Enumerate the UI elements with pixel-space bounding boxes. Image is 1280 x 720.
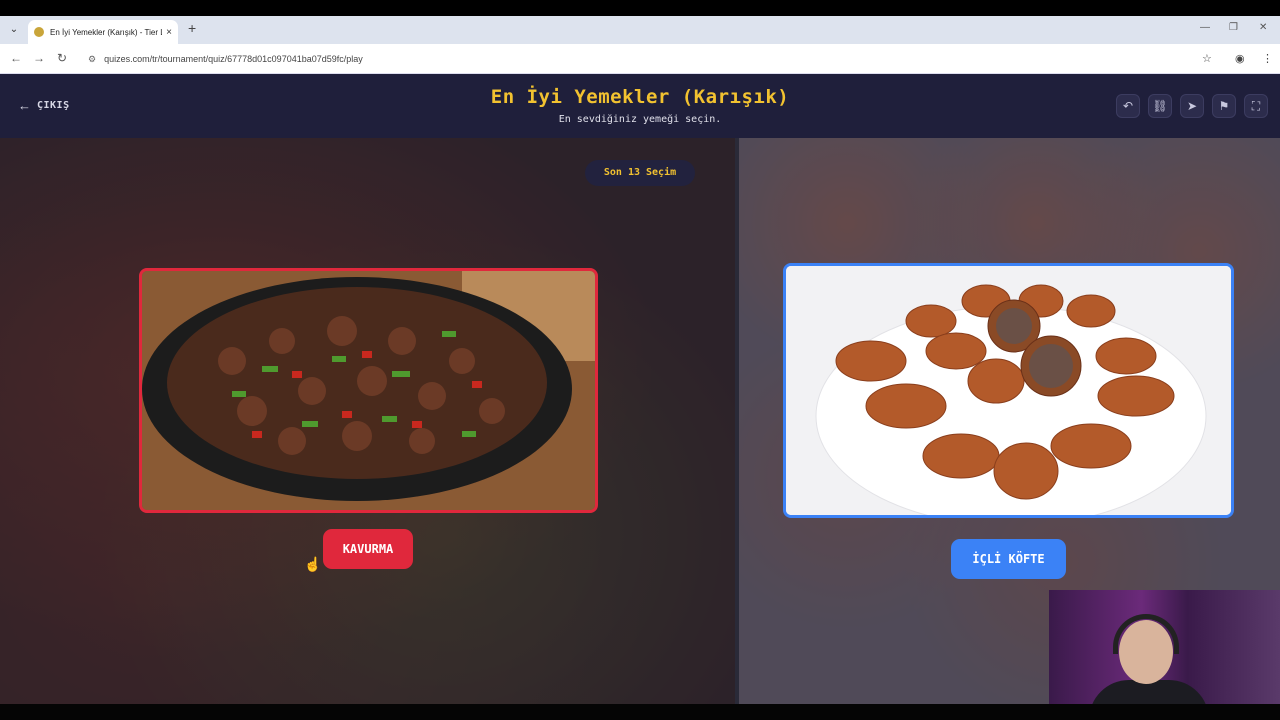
address-bar: ← → ↻ ⚙ quizes.com/tr/tournament/quiz/67… (0, 44, 1280, 74)
left-option-image[interactable] (139, 268, 598, 513)
tab-search-icon[interactable]: ⌄ (6, 22, 22, 38)
new-tab-button[interactable]: + (188, 20, 196, 36)
profile-icon[interactable]: ◉ (1235, 52, 1245, 65)
browser-tab[interactable]: En İyi Yemekler (Karışık) - Tier L × (28, 20, 178, 44)
flag-icon[interactable]: ⚑ (1212, 94, 1236, 118)
close-tab-icon[interactable]: × (166, 27, 172, 38)
page-subtitle: En sevdiğiniz yemeği seçin. (558, 114, 722, 125)
mouse-pointer-icon: ☝ (304, 556, 322, 572)
toolbar: ↶ ⛓ ➤ ⚑ ⛶ (1116, 94, 1268, 118)
reload-icon[interactable]: ↻ (57, 51, 67, 65)
screen-bottom-bar (0, 704, 1280, 720)
icli-kofte-photo (786, 266, 1231, 515)
send-icon[interactable]: ➤ (1180, 94, 1204, 118)
favicon-icon (34, 27, 44, 37)
right-option-image[interactable] (783, 263, 1234, 518)
window-close-icon[interactable]: ✕ (1259, 22, 1267, 33)
site-info-icon[interactable]: ⚙ (88, 54, 96, 65)
browser-menu-icon[interactable]: ⋮ (1262, 52, 1273, 65)
choose-left-button[interactable]: KAVURMA (323, 529, 413, 569)
screen-top-bar (0, 0, 1280, 16)
webcam-overlay (1049, 590, 1280, 720)
browser-tab-strip: ⌄ En İyi Yemekler (Karışık) - Tier L × +… (0, 16, 1280, 44)
back-icon[interactable]: ← (10, 51, 22, 65)
forward-icon[interactable]: → (33, 51, 45, 65)
undo-icon[interactable]: ↶ (1116, 94, 1140, 118)
url-field[interactable]: ⚙ quizes.com/tr/tournament/quiz/67778d01… (80, 48, 1220, 70)
minimize-icon[interactable]: — (1200, 22, 1210, 33)
choose-right-button[interactable]: İÇLİ KÖFTE (951, 539, 1066, 579)
browser-tab-title: En İyi Yemekler (Karışık) - Tier L (50, 27, 163, 37)
restore-icon[interactable]: ❐ (1229, 22, 1238, 33)
kavurma-photo (142, 271, 595, 510)
share-link-icon[interactable]: ⛓ (1148, 94, 1172, 118)
page-title: En İyi Yemekler (Karışık) (490, 86, 790, 108)
url-text: quizes.com/tr/tournament/quiz/67778d01c0… (104, 54, 363, 64)
fullscreen-icon[interactable]: ⛶ (1244, 94, 1268, 118)
app-header: ← ÇIKIŞ En İyi Yemekler (Karışık) En sev… (0, 74, 1280, 138)
round-badge: Son 13 Seçim (585, 160, 695, 186)
bookmark-star-icon[interactable]: ☆ (1202, 52, 1212, 65)
